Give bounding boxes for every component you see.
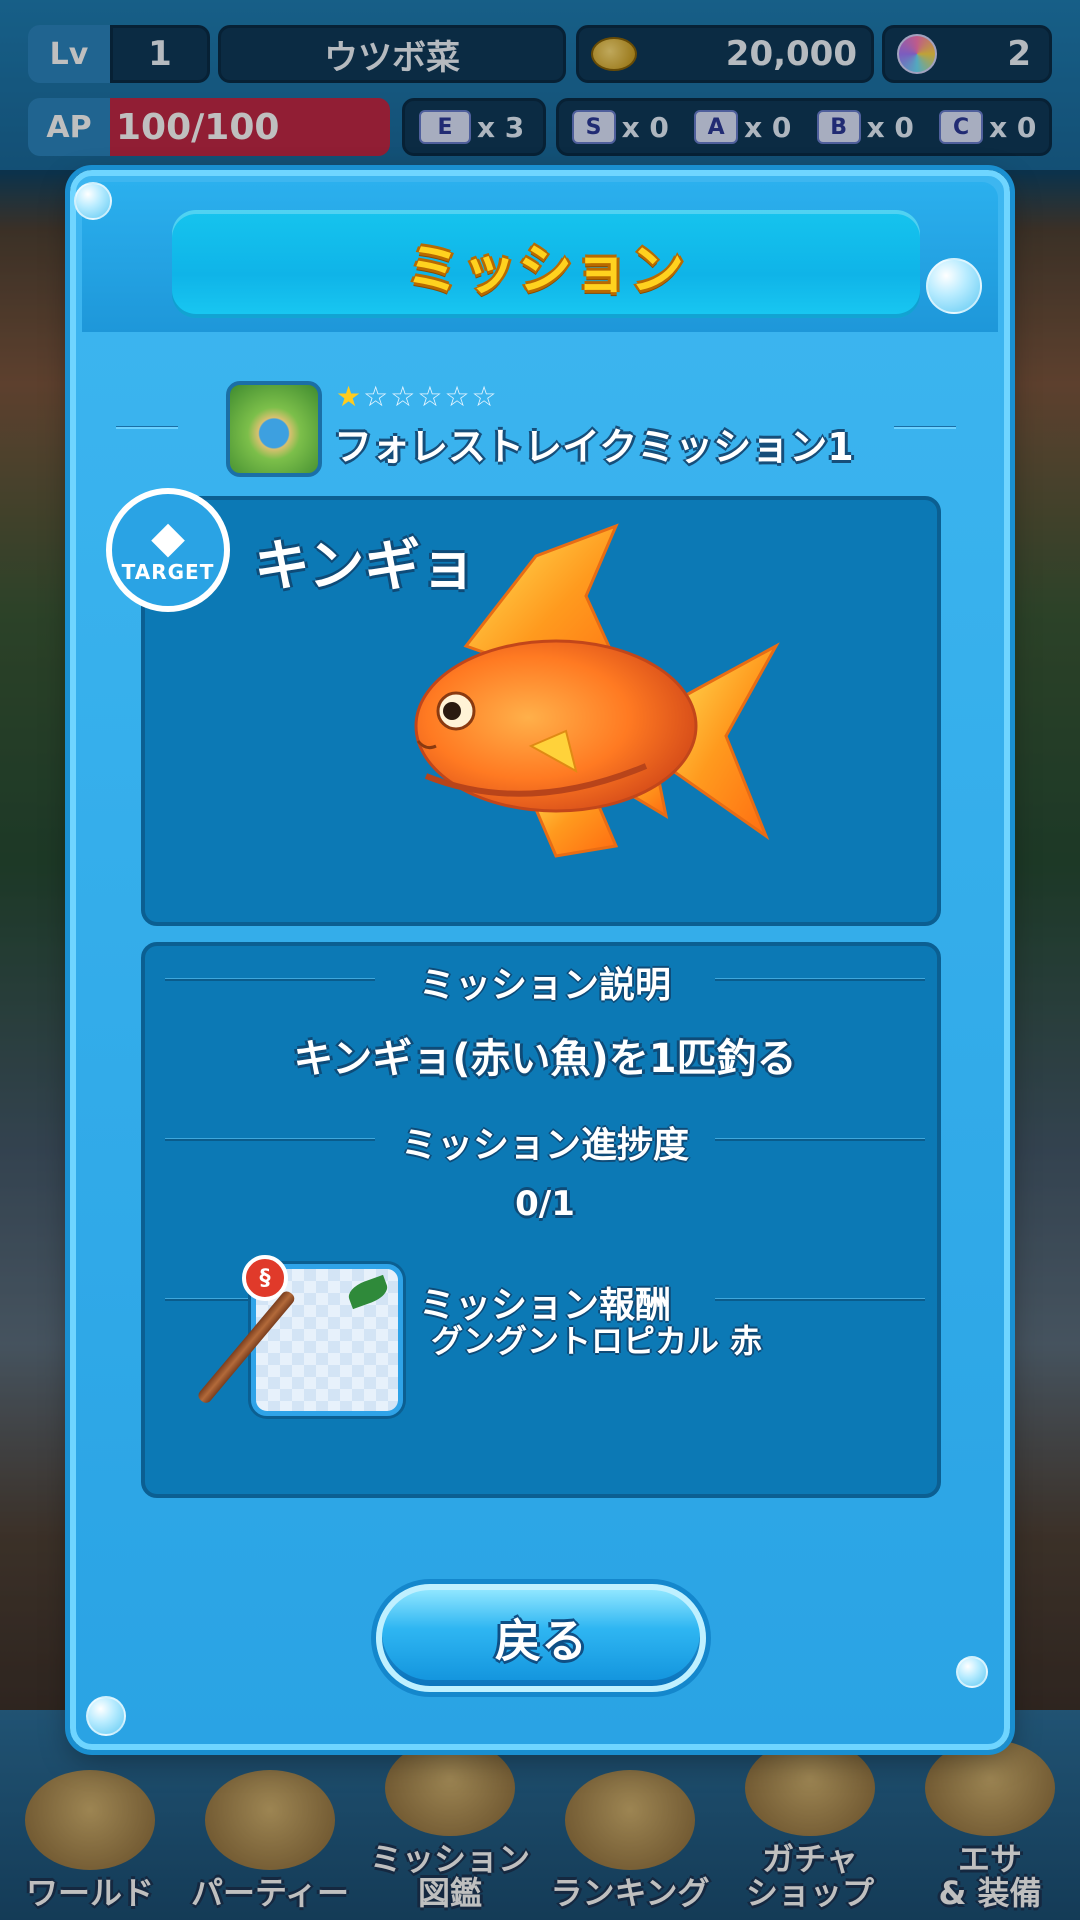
- title-box: ミッション: [172, 210, 920, 318]
- back-button[interactable]: 戻る: [376, 1584, 706, 1692]
- bubble-decoration: [74, 182, 112, 220]
- description-text: キンギョ(赤い魚)を1匹釣る: [293, 1036, 797, 1082]
- star-icon: ☆: [363, 380, 389, 413]
- target-fish-name: キンギョ: [254, 534, 477, 599]
- reward-item-name: グングントロピカル 赤: [431, 1322, 763, 1360]
- difficulty-stars: ★ ☆ ☆ ☆ ☆ ☆: [336, 382, 497, 412]
- fish-silhouette-icon: ◆: [151, 512, 185, 563]
- star-icon: ☆: [471, 380, 497, 413]
- reward-item-card[interactable]: §: [196, 1255, 403, 1416]
- bubble-decoration: [956, 1656, 988, 1688]
- mission-dialog: ミッション ★ ☆ ☆ ☆ ☆ ☆ フォレストレイクミッション1 ◆ TARGE…: [70, 170, 1010, 1750]
- stage-thumbnail: [226, 381, 322, 477]
- progress-heading: ミッション進捗度: [400, 1125, 689, 1166]
- leaf-decoration: [345, 1274, 391, 1310]
- star-icon: ☆: [417, 380, 443, 413]
- star-icon: ☆: [444, 380, 470, 413]
- star-icon: ★: [336, 380, 362, 413]
- dialog-title: ミッション: [406, 237, 686, 301]
- target-label: TARGET: [121, 560, 215, 584]
- bubble-decoration: [926, 258, 982, 314]
- back-button-label: 戻る: [495, 1614, 587, 1668]
- divider: [116, 426, 178, 429]
- progress-value: 0/1: [515, 1184, 575, 1224]
- target-badge: ◆ TARGET: [106, 488, 230, 612]
- description-heading: ミッション説明: [418, 965, 671, 1006]
- bubble-decoration: [86, 1696, 126, 1736]
- fire-element-icon: §: [242, 1255, 288, 1301]
- stage-name: フォレストレイクミッション1: [334, 425, 854, 469]
- star-icon: ☆: [390, 380, 416, 413]
